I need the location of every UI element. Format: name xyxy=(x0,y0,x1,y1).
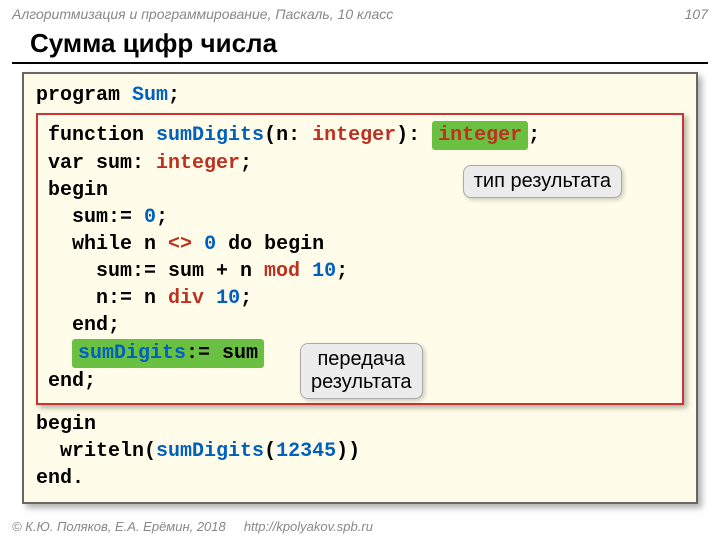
code-line: end; xyxy=(48,312,672,339)
number: 10 xyxy=(312,260,336,283)
keyword-function: function xyxy=(48,124,144,147)
course-name: Алгоритмизация и программирование, Паска… xyxy=(12,6,393,22)
semi: ; xyxy=(168,84,180,107)
function-block: function sumDigits(n: integer): integer;… xyxy=(36,113,684,405)
operator-ne: <> xyxy=(168,233,192,256)
code-line: program Sum; xyxy=(36,82,684,109)
keyword-begin: begin xyxy=(48,179,108,202)
paren: ( xyxy=(264,440,276,463)
code-line: sum:= 0; xyxy=(48,204,672,231)
number: 12345 xyxy=(276,440,336,463)
code-line: while n <> 0 do begin xyxy=(48,231,672,258)
do-begin: do begin xyxy=(216,233,324,256)
semi: ; xyxy=(240,152,252,175)
keyword-begin: begin xyxy=(36,413,96,436)
callout-text: тип результата xyxy=(474,170,611,192)
callout-text: передача xyxy=(317,348,405,370)
return-type-highlight: integer xyxy=(432,121,528,150)
assign: sum:= xyxy=(48,206,144,229)
semi: ; xyxy=(240,287,252,310)
callout-result-passing: передача результата xyxy=(300,343,423,399)
sp xyxy=(300,260,312,283)
code-line: function sumDigits(n: integer): integer; xyxy=(48,121,672,150)
sp xyxy=(192,233,204,256)
operator-mod: mod xyxy=(264,260,300,283)
code-line: n:= n div 10; xyxy=(48,285,672,312)
number: 0 xyxy=(144,206,156,229)
paren: ): xyxy=(396,124,432,147)
code-line: begin xyxy=(36,411,684,438)
keyword-var: var xyxy=(48,152,84,175)
end: end; xyxy=(48,314,120,337)
paren: (n: xyxy=(264,124,312,147)
header: Алгоритмизация и программирование, Паска… xyxy=(12,6,708,22)
page-title: Сумма цифр числа xyxy=(30,28,277,59)
assign-rhs: := sum xyxy=(186,342,258,365)
title-underline xyxy=(12,62,708,64)
semi: ; xyxy=(528,124,540,147)
number: 0 xyxy=(204,233,216,256)
writeln: writeln( xyxy=(36,440,156,463)
code-block: program Sum; function sumDigits(n: integ… xyxy=(22,72,698,504)
function-call: sumDigits xyxy=(156,440,264,463)
function-name: sumDigits xyxy=(78,342,186,365)
while: while n xyxy=(48,233,168,256)
paren: )) xyxy=(336,440,360,463)
var-decl: sum: xyxy=(84,152,156,175)
program-name: Sum xyxy=(132,84,168,107)
keyword-program: program xyxy=(36,84,120,107)
type-integer: integer xyxy=(156,152,240,175)
code-line: writeln(sumDigits(12345)) xyxy=(36,438,684,465)
semi: ; xyxy=(156,206,168,229)
number: 10 xyxy=(216,287,240,310)
callout-return-type: тип результата xyxy=(463,165,622,198)
assign: sum:= sum + n xyxy=(48,260,264,283)
end: end; xyxy=(48,370,96,393)
code-line: end. xyxy=(36,465,684,492)
copyright: © К.Ю. Поляков, Е.А. Ерёмин, 2018 xyxy=(12,519,226,534)
semi: ; xyxy=(336,260,348,283)
footer-url: http://kpolyakov.spb.ru xyxy=(244,519,373,534)
type-integer: integer xyxy=(312,124,396,147)
sp xyxy=(204,287,216,310)
page-number: 107 xyxy=(685,6,708,22)
callout-text: результата xyxy=(311,371,412,393)
function-name: sumDigits xyxy=(156,124,264,147)
end: end. xyxy=(36,467,84,490)
footer: © К.Ю. Поляков, Е.А. Ерёмин, 2018 http:/… xyxy=(12,519,373,534)
operator-div: div xyxy=(168,287,204,310)
assign: n:= n xyxy=(48,287,168,310)
code-line: sum:= sum + n mod 10; xyxy=(48,258,672,285)
result-assign-highlight: sumDigits:= sum xyxy=(72,339,264,368)
